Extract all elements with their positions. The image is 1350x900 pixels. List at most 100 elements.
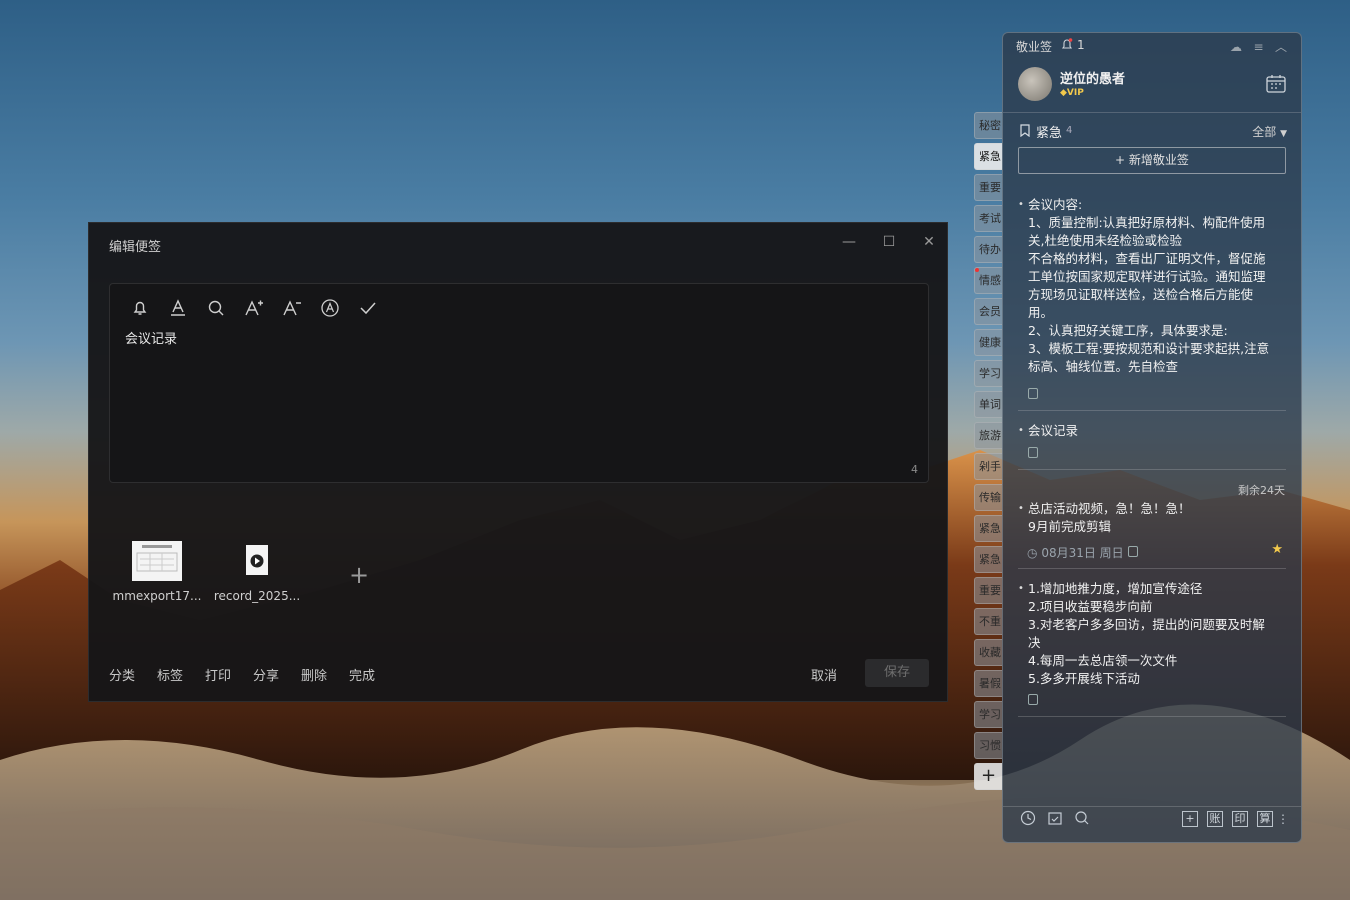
delete-button[interactable]: 删除 xyxy=(301,665,327,684)
calendar-check-icon[interactable] xyxy=(1046,810,1064,828)
menu-icon[interactable]: ≡ xyxy=(1253,40,1263,54)
divider xyxy=(1018,410,1286,411)
tab-category[interactable]: 暑假 xyxy=(974,670,1002,697)
tab-category[interactable]: 习惯 xyxy=(974,732,1002,759)
add-category-icon[interactable]: + xyxy=(974,763,1002,790)
print-button[interactable]: 印 xyxy=(1232,811,1248,827)
list-item[interactable]: • 会议记录 xyxy=(1018,422,1288,440)
tab-category-active[interactable]: 紧急 xyxy=(974,143,1002,170)
filter-dropdown[interactable]: 全部 ▼ xyxy=(1252,123,1287,140)
plus-icon: + xyxy=(1115,153,1129,167)
tab-category[interactable]: 健康 xyxy=(974,329,1002,356)
notification-bell-icon[interactable] xyxy=(1061,38,1073,51)
tab-category[interactable]: 剁手 xyxy=(974,453,1002,480)
save-button[interactable]: 保存 xyxy=(865,659,929,687)
tab-category[interactable]: 单词 xyxy=(974,391,1002,418)
tab-category[interactable]: 会员 xyxy=(974,298,1002,325)
note-editor[interactable]: 会议记录 4 xyxy=(109,283,929,483)
user-name[interactable]: 逆位的愚者 xyxy=(1060,68,1125,87)
tab-category[interactable]: 学习 xyxy=(974,360,1002,387)
minimize-icon[interactable]: — xyxy=(840,233,858,251)
add-icon[interactable]: + xyxy=(1182,811,1198,827)
close-icon[interactable]: ✕ xyxy=(920,233,938,251)
tab-category[interactable]: 传输 xyxy=(974,484,1002,511)
notes-panel: 敬业签 1 ☁ ≡ ︿ 逆位的愚者 ◆VIP 紧急 4 全部 ▼ + 新增敬业签… xyxy=(1002,32,1302,843)
panel-header-icons: ☁ ≡ ︿ xyxy=(1230,38,1287,55)
notification-count: 1 xyxy=(1077,38,1085,52)
share-button[interactable]: 分享 xyxy=(253,665,279,684)
clock-icon[interactable] xyxy=(1019,810,1037,828)
tab-category[interactable]: 紧急 xyxy=(974,515,1002,542)
note-content[interactable]: 会议记录 xyxy=(125,328,177,347)
list-item[interactable]: • 1.增加地推力度，增加宣传途径 2.项目收益要稳步向前 3.对老客户多多回访… xyxy=(1018,580,1288,688)
tab-category[interactable]: 重要 xyxy=(974,577,1002,604)
bell-icon[interactable] xyxy=(130,298,150,318)
diamond-icon: ◆ xyxy=(1060,88,1067,98)
ledger-button[interactable]: 账 xyxy=(1207,811,1223,827)
attachment-name: record_2025... xyxy=(213,589,301,603)
search-icon[interactable] xyxy=(206,298,226,318)
maximize-icon[interactable]: ☐ xyxy=(880,233,898,251)
cloud-sync-icon[interactable]: ☁ xyxy=(1230,40,1242,54)
attachment-audio[interactable]: record_2025... xyxy=(207,541,307,603)
font-decrease-icon[interactable] xyxy=(282,298,302,318)
list-item[interactable]: • 总店活动视频，急！急！急！ 9月前完成剪辑 xyxy=(1018,500,1288,536)
chevron-down-icon: ▼ xyxy=(1280,129,1287,139)
cancel-button[interactable]: 取消 xyxy=(811,665,837,684)
lock-icon xyxy=(1127,546,1138,557)
tag-button[interactable]: 标签 xyxy=(157,665,183,684)
calendar-icon[interactable] xyxy=(1265,73,1287,95)
attachment-image[interactable]: mmexport17... xyxy=(107,541,207,603)
reminder-date: ◷ 08月31日 周日 xyxy=(1027,544,1138,561)
bookmark-icon xyxy=(1019,124,1031,138)
vip-badge: ◆VIP xyxy=(1060,88,1084,98)
audio-file-icon xyxy=(246,545,268,575)
divider xyxy=(1018,469,1286,470)
clock-icon: ◷ xyxy=(1027,546,1038,560)
tab-category[interactable]: 紧急 xyxy=(974,546,1002,573)
more-icon[interactable]: ⋮ xyxy=(1277,810,1289,828)
lock-icon xyxy=(1028,388,1038,403)
divider xyxy=(1018,716,1286,717)
edit-note-window: 编辑便签 — ☐ ✕ 会议记录 4 mmexport17... record_2… xyxy=(88,222,948,702)
tab-category[interactable]: 待办 xyxy=(974,236,1002,263)
attachment-name: mmexport17... xyxy=(112,589,202,603)
new-note-button[interactable]: + 新增敬业签 xyxy=(1018,147,1286,174)
tab-category[interactable]: 秘密 xyxy=(974,112,1002,139)
current-category: 紧急 xyxy=(1036,126,1063,141)
tab-category[interactable]: 重要 xyxy=(974,174,1002,201)
remaining-days: 剩余24天 xyxy=(1238,484,1285,497)
lock-icon xyxy=(1028,694,1038,709)
tab-category[interactable]: 旅游 xyxy=(974,422,1002,449)
window-title: 编辑便签 xyxy=(109,240,162,255)
calculator-button[interactable]: 算 xyxy=(1257,811,1273,827)
complete-button[interactable]: 完成 xyxy=(349,665,375,684)
panel-footer: + 账 印 算 ⋮ xyxy=(1003,810,1301,832)
tab-category[interactable]: 不重 xyxy=(974,608,1002,635)
star-icon[interactable]: ★ xyxy=(1271,542,1283,557)
divider xyxy=(1018,568,1286,569)
font-increase-icon[interactable] xyxy=(244,298,264,318)
list-item[interactable]: • 会议内容: 1、质量控制:认真把好原材料、构配件使用 关,杜绝使用未经检验或… xyxy=(1018,196,1288,380)
search-icon[interactable] xyxy=(1073,810,1091,828)
tab-category[interactable]: 收藏 xyxy=(974,639,1002,666)
divider xyxy=(1003,112,1301,113)
avatar[interactable] xyxy=(1018,67,1052,101)
collapse-icon[interactable]: ︿ xyxy=(1275,40,1287,54)
lock-icon xyxy=(1028,447,1038,462)
text-style-icon[interactable] xyxy=(320,298,340,318)
tab-category[interactable]: 学习 xyxy=(974,701,1002,728)
checkmark-icon[interactable] xyxy=(358,298,378,318)
add-attachment-icon[interactable]: + xyxy=(347,563,371,587)
text-color-icon[interactable] xyxy=(168,298,188,318)
unread-dot xyxy=(975,268,979,272)
category-button[interactable]: 分类 xyxy=(109,665,135,684)
char-count: 4 xyxy=(911,463,918,476)
tab-category[interactable]: 考试 xyxy=(974,205,1002,232)
image-thumbnail xyxy=(132,541,182,581)
print-button[interactable]: 打印 xyxy=(205,665,231,684)
app-title: 敬业签 xyxy=(1016,40,1053,54)
category-count: 4 xyxy=(1066,125,1073,136)
tab-category[interactable]: 情感 xyxy=(974,267,1002,294)
divider xyxy=(1003,806,1301,807)
